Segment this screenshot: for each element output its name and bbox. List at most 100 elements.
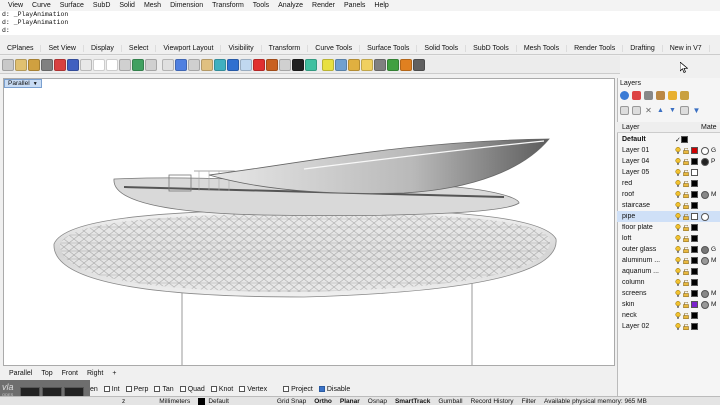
layer-color-swatch[interactable] <box>691 224 698 231</box>
tab-top[interactable]: Top <box>41 370 52 377</box>
material-sphere-icon[interactable] <box>701 300 709 309</box>
material-sphere-icon[interactable] <box>701 157 709 166</box>
unlock-icon[interactable] <box>683 290 689 297</box>
layer-row[interactable]: loft <box>617 233 720 244</box>
toolbar-button[interactable] <box>413 58 425 71</box>
layer-color-swatch[interactable] <box>691 202 698 209</box>
osnap-checkbox[interactable] <box>179 386 186 392</box>
toolbar-button[interactable] <box>240 58 252 71</box>
units-display[interactable]: Millimeters <box>155 398 194 405</box>
toolbar-button[interactable] <box>305 58 317 71</box>
toolbar-button[interactable] <box>2 58 14 71</box>
toolbar-tab-surface-tools[interactable]: Surface Tools <box>360 45 418 52</box>
layer-row[interactable]: red <box>617 178 720 189</box>
menu-item-transform[interactable]: Transform <box>212 2 244 9</box>
new-layer-icon[interactable] <box>620 105 629 115</box>
toolbar-button[interactable] <box>227 58 239 71</box>
layer-color-swatch[interactable] <box>691 268 698 275</box>
unlock-icon[interactable] <box>683 180 689 187</box>
toolbar-tab-curve-tools[interactable]: Curve Tools <box>308 45 361 52</box>
unlock-icon[interactable] <box>683 158 689 165</box>
toolbar-tab-new-in-v7[interactable]: New in V7 <box>663 45 710 52</box>
layer-row[interactable]: column <box>617 277 720 288</box>
layer-color-swatch[interactable] <box>680 136 688 143</box>
layer-row[interactable]: aluminum ... M <box>617 255 720 266</box>
layer-row[interactable]: outer glass G <box>617 244 720 255</box>
menu-item-analyze[interactable]: Analyze <box>278 2 303 9</box>
material-sphere-icon[interactable] <box>701 190 709 199</box>
chevron-down-icon[interactable]: ▼ <box>33 81 38 87</box>
toolbar-tab-select[interactable]: Select <box>122 45 157 52</box>
toolbar-tab-display[interactable]: Display <box>84 45 122 52</box>
toolbar-button[interactable] <box>132 58 144 71</box>
layer-color-swatch[interactable] <box>691 323 698 330</box>
toolbar-button[interactable] <box>145 58 157 71</box>
layer-row[interactable]: staircase <box>617 200 720 211</box>
unlock-icon[interactable] <box>683 213 689 220</box>
unlock-icon[interactable] <box>683 279 689 286</box>
unlock-icon[interactable] <box>683 169 689 176</box>
lightbulb-icon[interactable] <box>675 257 681 264</box>
toolbar-tab-drafting[interactable]: Drafting <box>623 45 663 52</box>
column-layer[interactable]: Layer <box>617 124 701 131</box>
osnap-disable[interactable]: Disable <box>313 386 350 393</box>
layer-color-swatch[interactable] <box>691 158 698 165</box>
toolbar-tab-mesh-tools[interactable]: Mesh Tools <box>517 45 568 52</box>
layer-row[interactable]: floor plate <box>617 222 720 233</box>
lightbulb-icon[interactable] <box>675 312 681 319</box>
osnap-checkbox[interactable] <box>210 386 217 392</box>
viewport[interactable] <box>3 78 615 366</box>
lightbulb-icon[interactable] <box>675 169 681 176</box>
material-sphere-icon[interactable] <box>701 289 709 298</box>
toolbar-button[interactable] <box>266 58 278 71</box>
toolbar-button[interactable] <box>361 58 373 71</box>
toolbar-tab-solid-tools[interactable]: Solid Tools <box>417 45 467 52</box>
toolbar-button[interactable] <box>54 58 66 71</box>
layer-color-swatch[interactable] <box>691 169 698 176</box>
unlock-icon[interactable] <box>683 312 689 319</box>
delete-icon[interactable]: ✕ <box>644 106 653 115</box>
osnap-checkbox[interactable] <box>103 386 110 392</box>
layer-color-swatch[interactable] <box>691 191 698 198</box>
toolbar-button[interactable] <box>93 58 105 71</box>
layer-color-swatch[interactable] <box>691 147 698 154</box>
unlock-icon[interactable] <box>683 268 689 275</box>
command-history[interactable]: d: _PlayAnimation d: _PlayAnimation d: <box>0 11 720 35</box>
menu-item-curve[interactable]: Curve <box>32 2 51 9</box>
osnap-quad[interactable]: Quad <box>174 386 205 393</box>
tab-right[interactable]: Right <box>87 370 103 377</box>
toolbar-button[interactable] <box>253 58 265 71</box>
osnap-toggle[interactable]: Osnap <box>364 398 391 405</box>
menu-item-surface[interactable]: Surface <box>60 2 84 9</box>
osnap-vertex[interactable]: Vertex <box>233 386 267 393</box>
menu-item-dimension[interactable]: Dimension <box>170 2 203 9</box>
toolbar-tab-subd-tools[interactable]: SubD Tools <box>466 45 517 52</box>
planar-toggle[interactable]: Planar <box>336 398 364 405</box>
layer-row[interactable]: roof M <box>617 189 720 200</box>
toolbar-button[interactable] <box>214 58 226 71</box>
unlock-icon[interactable] <box>683 246 689 253</box>
osnap-knot[interactable]: Knot <box>205 386 233 393</box>
toolbar-button[interactable] <box>201 58 213 71</box>
menu-item-subd[interactable]: SubD <box>93 2 111 9</box>
toolbar-button[interactable] <box>28 58 40 71</box>
lightbulb-icon[interactable] <box>675 290 681 297</box>
material-sphere-icon[interactable] <box>701 146 709 155</box>
ortho-toggle[interactable]: Ortho <box>310 398 336 405</box>
layer-color-swatch[interactable] <box>691 312 698 319</box>
layer-row[interactable]: Layer 02 <box>617 321 720 332</box>
layer-color-swatch[interactable] <box>691 257 698 264</box>
lightbulb-icon[interactable] <box>675 224 681 231</box>
osnap-checkbox[interactable] <box>318 386 325 392</box>
unlock-icon[interactable] <box>683 191 689 198</box>
osnap-checkbox[interactable] <box>239 386 246 392</box>
unlock-icon[interactable] <box>683 257 689 264</box>
layer-color-swatch[interactable] <box>691 301 698 308</box>
lightbulb-icon[interactable] <box>675 279 681 286</box>
toolbar-button[interactable] <box>279 58 291 71</box>
lightbulb-icon[interactable] <box>675 268 681 275</box>
toolbar-button[interactable] <box>119 58 131 71</box>
unlock-icon[interactable] <box>683 235 689 242</box>
materials-icon[interactable] <box>632 90 641 100</box>
unlock-icon[interactable] <box>683 202 689 209</box>
